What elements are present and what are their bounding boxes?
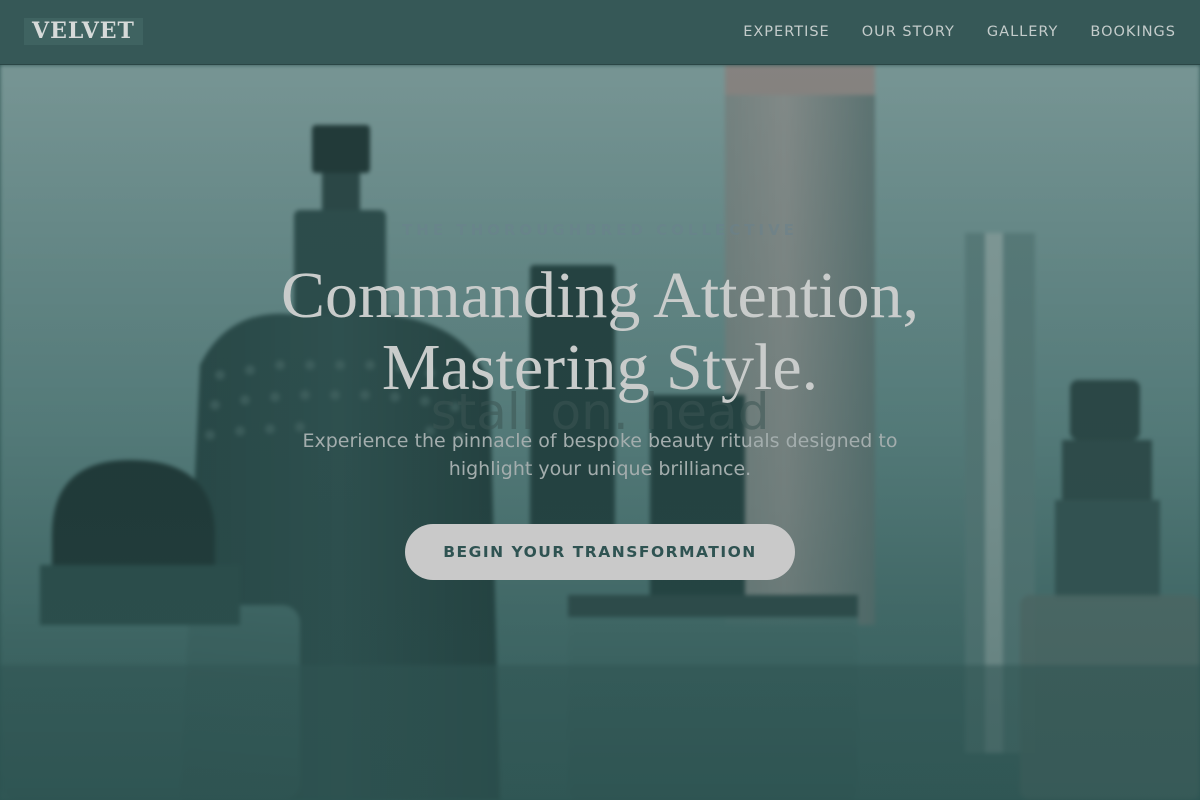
nav-link-gallery[interactable]: GALLERY: [987, 24, 1058, 40]
hero-subtext-line-2: highlight your unique brilliance.: [448, 458, 752, 480]
logo[interactable]: VELVET: [24, 18, 143, 45]
begin-transformation-button[interactable]: BEGIN YOUR TRANSFORMATION: [405, 524, 795, 580]
hero-headline: Commanding Attention, Mastering Style.: [0, 260, 1200, 404]
hero-subtext: Experience the pinnacle of bespoke beaut…: [0, 427, 1200, 483]
nav-link-expertise[interactable]: EXPERTISE: [743, 24, 830, 40]
hero-eyebrow: THE THOROUGHBRED COLLECTIVE: [402, 221, 798, 239]
hero-headline-line-2: Mastering Style.: [381, 331, 819, 404]
hero-headline-line-1: Commanding Attention,: [281, 259, 919, 332]
page: VELVET EXPERTISE OUR STORY GALLERY BOOKI…: [0, 0, 1200, 800]
hero-subtext-line-1: Experience the pinnacle of bespoke beaut…: [302, 430, 898, 452]
hero-section: THE THOROUGHBRED COLLECTIVE stall on. he…: [0, 65, 1200, 800]
nav-link-bookings[interactable]: BOOKINGS: [1090, 24, 1176, 40]
nav-link-our-story[interactable]: OUR STORY: [862, 24, 955, 40]
site-header: VELVET EXPERTISE OUR STORY GALLERY BOOKI…: [0, 0, 1200, 65]
main-nav: EXPERTISE OUR STORY GALLERY BOOKINGS: [743, 0, 1176, 64]
